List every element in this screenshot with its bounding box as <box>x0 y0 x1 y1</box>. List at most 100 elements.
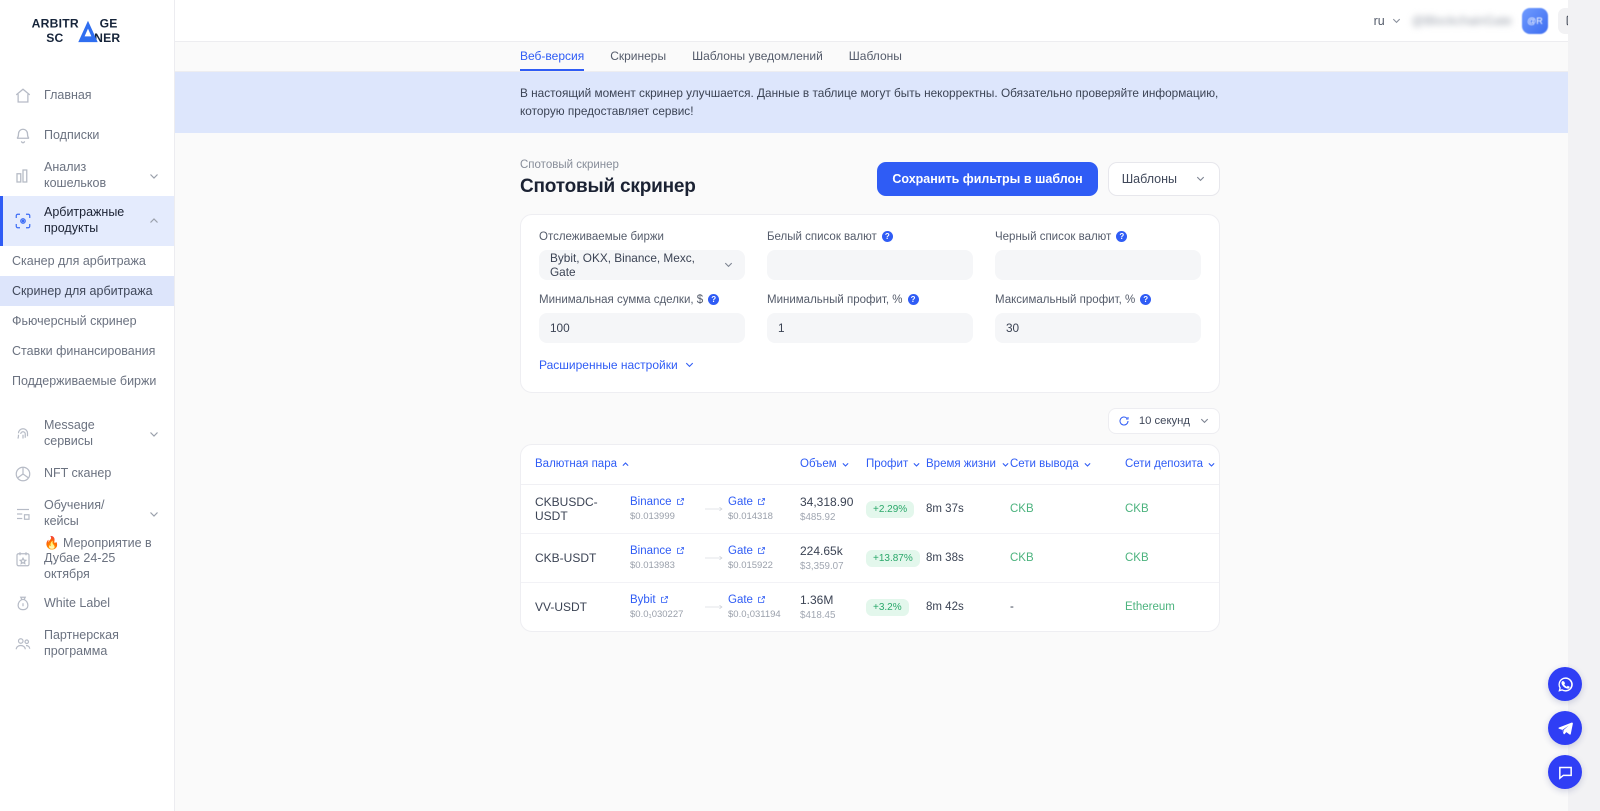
help-icon[interactable]: ? <box>881 231 893 243</box>
chevron-up-icon <box>621 460 630 469</box>
th-profit-label: Профит <box>866 458 909 471</box>
chat-fab[interactable] <box>1548 755 1582 789</box>
templates-dropdown[interactable]: Шаблоны <box>1107 161 1220 196</box>
sidebar-nav: Главная Подписки Анализ кошельков Арбитр… <box>0 76 174 664</box>
chevron-down-icon <box>684 359 695 370</box>
external-link-icon <box>757 497 766 506</box>
whitelist-input[interactable] <box>767 249 973 280</box>
field-blacklist: Черный список валют ? <box>995 231 1201 280</box>
to-exchange[interactable]: Gate $0.0₁031194 <box>728 594 800 620</box>
label-text: Максимальный профит, % <box>995 293 1136 306</box>
sidebar-subitem-arbitrage-screener[interactable]: Скринер для арбитража <box>0 276 174 306</box>
th-lifetime[interactable]: Время жизни <box>926 444 1010 485</box>
from-exchange[interactable]: Bybit $0.0₁030227 <box>630 594 702 620</box>
to-exchange[interactable]: Gate $0.015922 <box>728 545 800 571</box>
max-profit-input[interactable] <box>995 312 1201 343</box>
chevron-down-icon <box>912 460 921 469</box>
cell-withdraw-network: CKB <box>1009 533 1125 583</box>
advanced-settings-toggle[interactable]: Расширенные настройки <box>539 358 695 372</box>
label-text: Отслеживаемые биржи <box>539 230 664 243</box>
sidebar-item-dubai-event[interactable]: 🔥 Мероприятие в Дубае 24-25 октября <box>0 534 174 584</box>
sidebar-item-message-services[interactable]: Message сервисы <box>0 414 174 454</box>
th-deposit-networks-label: Сети депозита <box>1124 458 1204 471</box>
sidebar-item-nft-scanner[interactable]: NFT сканер <box>0 454 174 494</box>
exchanges-select[interactable]: Bybit, OKX, Binance, Mexc, Gate <box>539 249 745 280</box>
sidebar-item-home[interactable]: Главная <box>0 76 174 116</box>
th-withdraw-networks-label: Сети вывода <box>1009 458 1079 471</box>
telegram-fab[interactable] <box>1548 711 1582 745</box>
advanced-settings-label: Расширенные настройки <box>539 357 678 372</box>
sidebar-item-arbitrage-products[interactable]: Арбитражные продукты <box>0 196 174 246</box>
chevron-down-icon <box>1391 15 1402 26</box>
min-profit-input[interactable] <box>767 312 973 343</box>
from-exchange-name: Binance <box>630 544 672 557</box>
volume-usd: $485.92 <box>800 511 836 523</box>
cell-pair: VV-USDT <box>535 599 588 614</box>
cell-lifetime: 8m 38s <box>926 533 1010 583</box>
min-amount-input[interactable] <box>539 312 745 343</box>
arrow-right-icon <box>704 603 726 611</box>
th-deposit-networks[interactable]: Сети депозита <box>1124 444 1219 485</box>
from-price: $0.013999 <box>630 510 675 522</box>
whatsapp-fab[interactable] <box>1548 667 1582 701</box>
field-blacklist-label: Черный список валют ? <box>995 231 1201 243</box>
save-filters-to-template-button[interactable]: Сохранить фильтры в шаблон <box>877 161 1098 196</box>
sidebar-item-label: Message сервисы <box>44 418 95 448</box>
table-row[interactable]: VV-USDT Bybit $0.0₁030227 Gate $0.0₁0311… <box>521 582 1219 630</box>
sidebar-item-partner-program[interactable]: Партнерская программа <box>0 624 174 664</box>
brand-logo[interactable]: ARBITR GE SC NNER <box>0 0 174 48</box>
to-exchange[interactable]: Gate $0.014318 <box>728 496 800 522</box>
blacklist-input[interactable] <box>995 249 1201 280</box>
table-row[interactable]: CKBUSDC-USDT Binance $0.013999 Gate $0.0… <box>521 484 1219 534</box>
language-selector[interactable]: ru <box>1374 14 1402 28</box>
field-exchanges-label: Отслеживаемые биржи <box>539 231 745 243</box>
help-icon[interactable]: ? <box>1116 231 1128 243</box>
sidebar-item-education-cases[interactable]: Обучения/кейсы <box>0 494 174 534</box>
to-exchange-name: Gate <box>728 544 753 557</box>
sidebar-item-wallet-analysis[interactable]: Анализ кошельков <box>0 156 174 196</box>
volume-value: 224.65k <box>800 543 843 558</box>
sidebar-item-label: Обучения/кейсы <box>44 498 105 528</box>
avatar[interactable]: @R <box>1522 7 1548 34</box>
chevron-down-icon <box>841 460 850 469</box>
info-banner: В настоящий момент скринер улучшается. Д… <box>175 72 1600 133</box>
username-label: @BlockchainGate <box>1411 13 1512 28</box>
sidebar-item-label: Партнерская программа <box>44 628 119 658</box>
templates-dropdown-label: Шаблоны <box>1121 171 1177 186</box>
bar-chart-icon <box>14 167 32 185</box>
from-exchange[interactable]: Binance $0.013999 <box>630 496 702 522</box>
calendar-star-icon <box>14 550 32 568</box>
th-volume[interactable]: Объем <box>800 444 866 485</box>
tab-screeners[interactable]: Скринеры <box>610 49 666 71</box>
th-withdraw-networks[interactable]: Сети вывода <box>1009 444 1125 485</box>
from-exchange[interactable]: Binance $0.013983 <box>630 545 702 571</box>
sidebar-subitem-arbitrage-scanner[interactable]: Сканер для арбитража <box>0 246 174 276</box>
refresh-interval-dropdown[interactable]: 10 секунд <box>1107 407 1220 434</box>
aperture-icon <box>14 465 32 483</box>
profit-badge: +2.29% <box>866 501 915 519</box>
sidebar-item-white-label[interactable]: White Label <box>0 584 174 624</box>
help-icon[interactable]: ? <box>907 294 919 306</box>
profit-badge: +13.87% <box>866 550 920 568</box>
th-currency-pair[interactable]: Валютная пара <box>521 444 630 485</box>
cell-profit: +2.29% <box>866 484 926 534</box>
sidebar-subitem-futures-screener[interactable]: Фьючерсный скринер <box>0 306 174 336</box>
tab-templates[interactable]: Шаблоны <box>849 49 902 71</box>
th-profit[interactable]: Профит <box>866 444 926 485</box>
table-row[interactable]: CKB-USDT Binance $0.013983 Gate $0.01592… <box>521 533 1219 583</box>
tab-web-version[interactable]: Веб-версия <box>520 49 585 71</box>
sidebar-subitem-funding-rates[interactable]: Ставки финансирования <box>0 336 174 366</box>
sidebar-subitem-supported-exchanges[interactable]: Поддерживаемые биржи <box>0 366 174 396</box>
field-whitelist-label: Белый список валют ? <box>767 231 973 243</box>
help-icon[interactable]: ? <box>708 294 720 306</box>
to-price: $0.0₁031194 <box>728 608 781 620</box>
info-banner-text: В настоящий момент скринер улучшается. Д… <box>520 86 1219 119</box>
profit-badge: +3.2% <box>866 599 909 617</box>
tab-notification-templates[interactable]: Шаблоны уведомлений <box>692 49 823 71</box>
topbar: ru @BlockchainGate @R <box>175 0 1600 42</box>
language-value: ru <box>1373 13 1385 28</box>
help-icon[interactable]: ? <box>1140 294 1152 306</box>
svg-text:ARBITR: ARBITR <box>31 17 78 31</box>
sidebar: ARBITR GE SC NNER Главная Подписки Анали… <box>0 0 175 811</box>
sidebar-item-subscriptions[interactable]: Подписки <box>0 116 174 156</box>
